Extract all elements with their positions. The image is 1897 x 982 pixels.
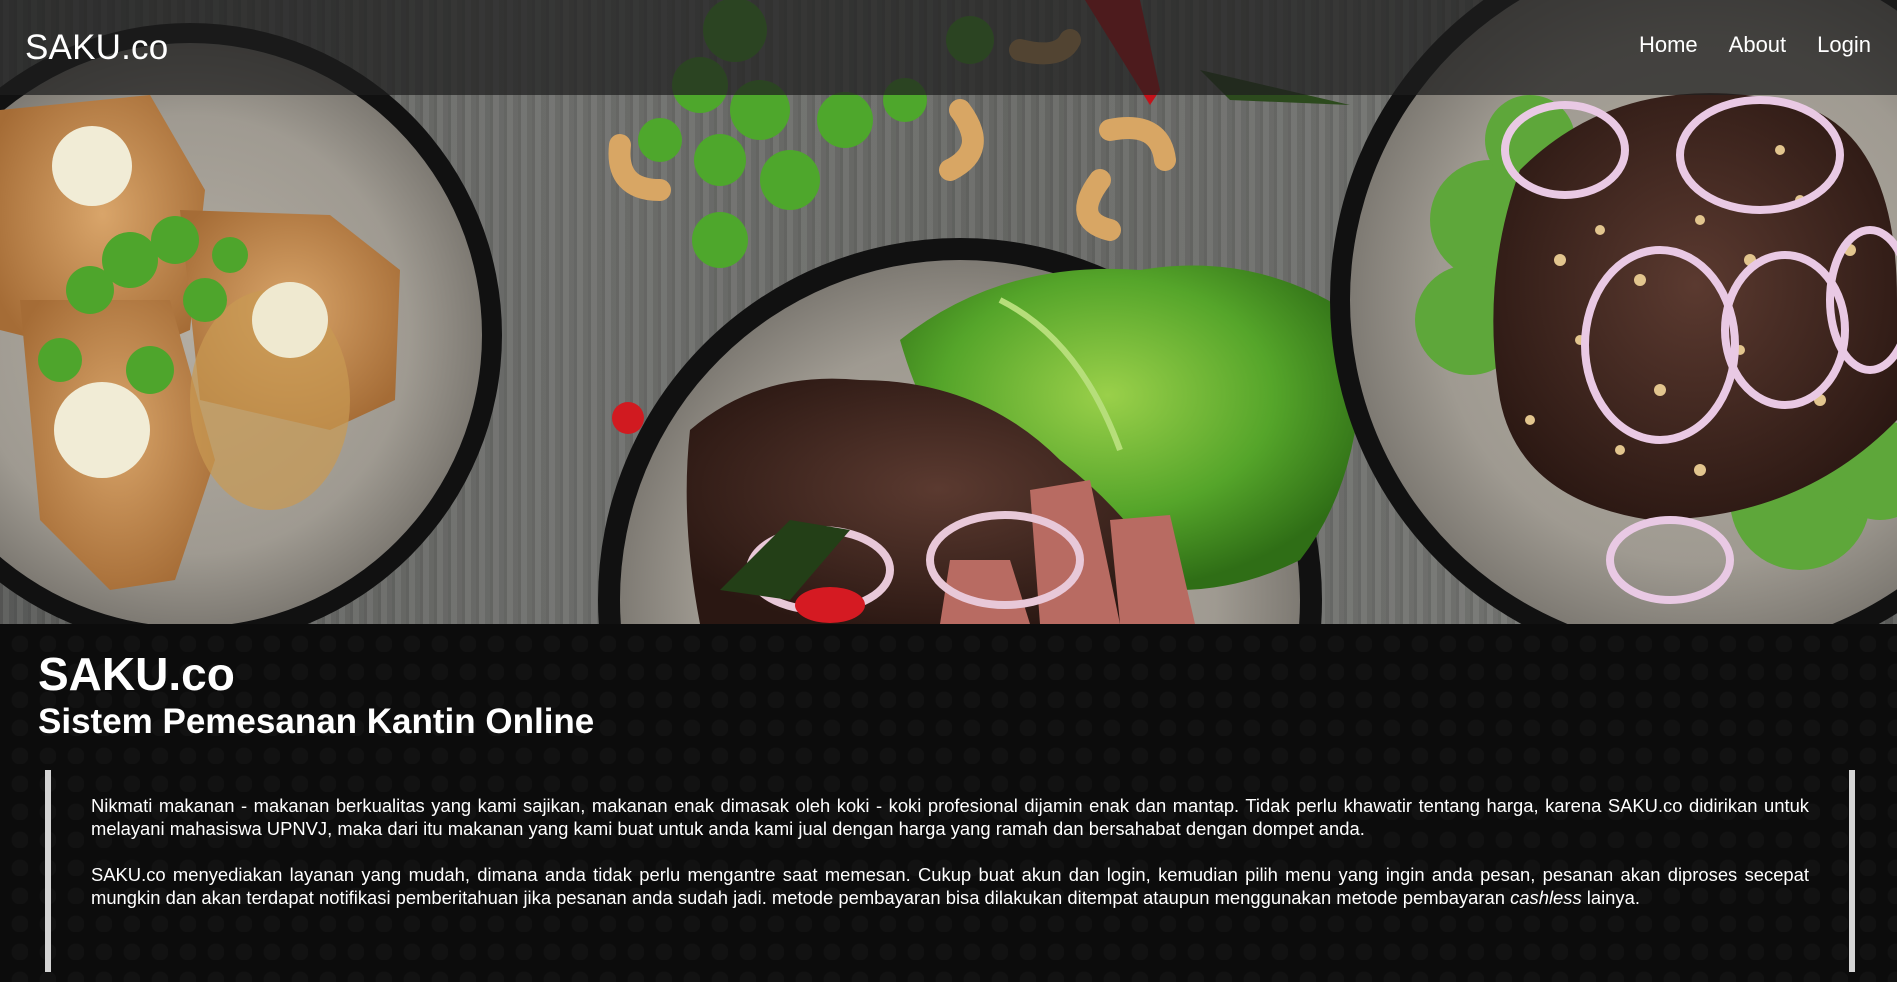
page-title: SAKU.co [38,648,235,700]
page-subtitle: Sistem Pemesanan Kantin Online [38,702,595,741]
nav-home-link[interactable]: Home [1639,32,1698,58]
top-navbar: SAKU.co Home About Login [0,0,1897,95]
description-paragraph-2: SAKU.co menyediakan layanan yang mudah, … [91,863,1809,909]
cashless-emphasis: cashless [1510,887,1582,908]
brand-logo-link[interactable]: SAKU.co [25,28,168,68]
paragraph-2-end: lainya. [1581,887,1640,908]
nav-about-link[interactable]: About [1729,32,1787,58]
description-paragraph-1: Nikmati makanan - makanan berkualitas ya… [91,795,1809,839]
middle-plate [598,238,1362,624]
left-plate [0,23,502,624]
description-blockquote: Nikmati makanan - makanan berkualitas ya… [45,770,1855,972]
nav-login-link[interactable]: Login [1817,32,1871,58]
nav-links: Home About Login [1608,32,1871,58]
intro-section: SAKU.co Sistem Pemesanan Kantin Online N… [0,624,1897,982]
hero-banner-image: SAKU.co Home About Login [0,0,1897,624]
